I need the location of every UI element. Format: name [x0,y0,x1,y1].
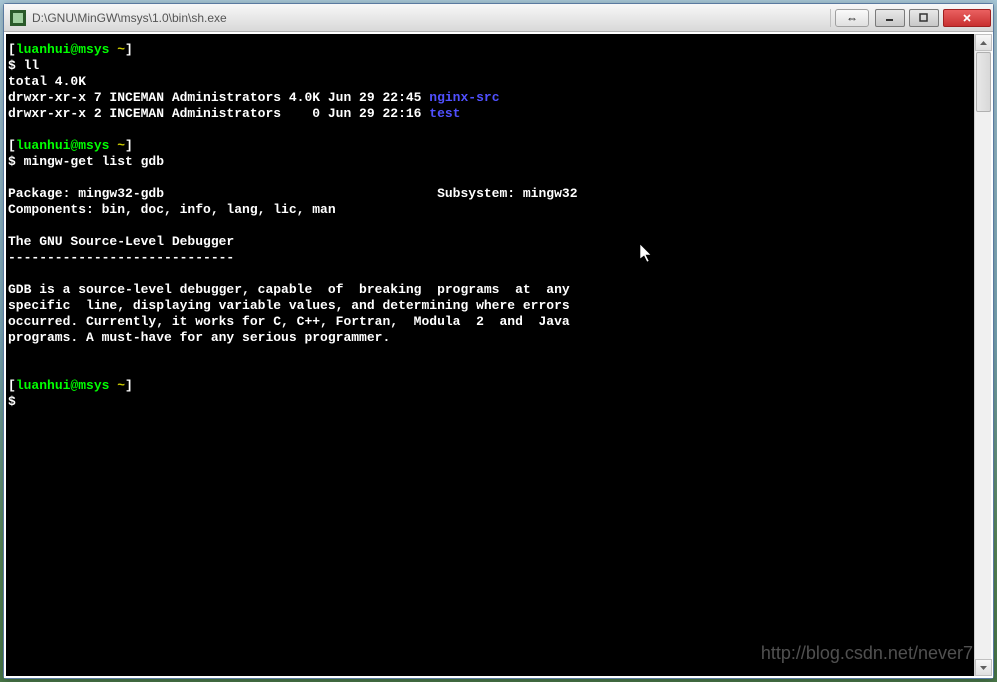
terminal-area: [luanhui@msys ~]$ lltotal 4.0Kdrwxr-xr-x… [4,32,993,678]
terminal-line: $ ll [8,58,972,74]
scroll-down-button[interactable] [975,659,992,676]
terminal-line [8,170,972,186]
scrollbar[interactable] [974,34,991,676]
chevron-down-icon [980,666,987,670]
titlebar[interactable]: D:\GNU\MinGW\msys\1.0\bin\sh.exe ⇔ [4,4,993,32]
terminal-line: drwxr-xr-x 7 INCEMAN Administrators 4.0K… [8,90,972,106]
terminal-line [8,266,972,282]
terminal-line: [luanhui@msys ~] [8,378,972,394]
terminal-line: Components: bin, doc, info, lang, lic, m… [8,202,972,218]
terminal-line: specific line, displaying variable value… [8,298,972,314]
terminal-line [8,346,972,362]
terminal[interactable]: [luanhui@msys ~]$ lltotal 4.0Kdrwxr-xr-x… [6,34,974,676]
help-button[interactable]: ⇔ [835,9,869,27]
terminal-line: ----------------------------- [8,250,972,266]
close-icon [962,13,972,23]
terminal-line [8,362,972,378]
scroll-thumb[interactable] [976,52,991,112]
window-title: D:\GNU\MinGW\msys\1.0\bin\sh.exe [32,11,826,25]
terminal-line: programs. A must-have for any serious pr… [8,330,972,346]
terminal-line: The GNU Source-Level Debugger [8,234,972,250]
terminal-line: $ [8,394,972,410]
terminal-line: Package: mingw32-gdb Subsystem: mingw32 [8,186,972,202]
app-icon [10,10,26,26]
terminal-line: GDB is a source-level debugger, capable … [8,282,972,298]
maximize-icon [919,13,929,23]
app-window: D:\GNU\MinGW\msys\1.0\bin\sh.exe ⇔ [luan… [3,3,994,679]
terminal-line: drwxr-xr-x 2 INCEMAN Administrators 0 Ju… [8,106,972,122]
terminal-line [8,122,972,138]
minimize-button[interactable] [875,9,905,27]
terminal-line: [luanhui@msys ~] [8,138,972,154]
maximize-button[interactable] [909,9,939,27]
terminal-line: $ mingw-get list gdb [8,154,972,170]
terminal-line: occurred. Currently, it works for C, C++… [8,314,972,330]
close-button[interactable] [943,9,991,27]
scroll-up-button[interactable] [975,34,992,51]
window-controls [875,9,991,27]
minimize-icon [885,13,895,23]
terminal-line: total 4.0K [8,74,972,90]
terminal-line [8,218,972,234]
chevron-up-icon [980,41,987,45]
terminal-line: [luanhui@msys ~] [8,42,972,58]
title-separator [830,9,831,27]
